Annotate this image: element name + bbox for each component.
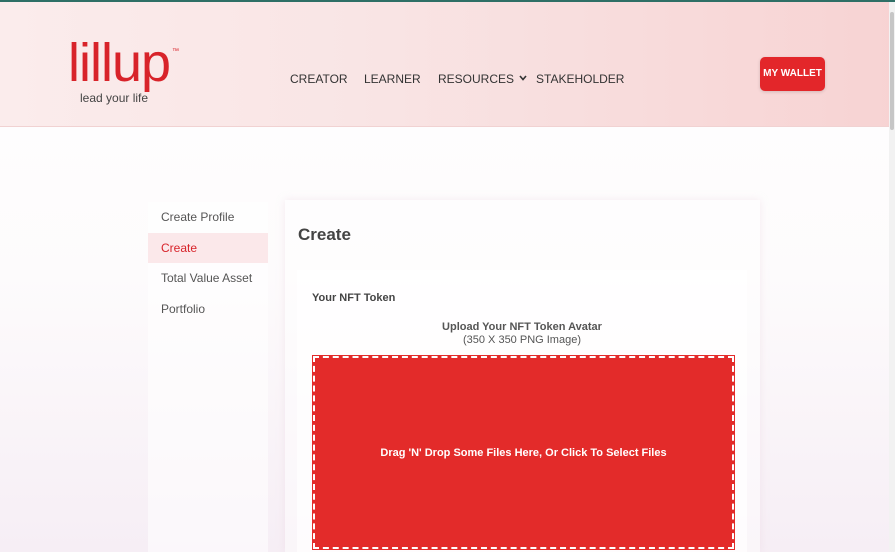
- chevron-down-icon: [519, 75, 527, 81]
- scrollbar-thumb[interactable]: [890, 12, 894, 130]
- main-content: Create Your NFT Token Upload Your NFT To…: [285, 200, 760, 552]
- lillup-logo[interactable]: lillup ™ lead your life: [68, 36, 188, 112]
- file-dropzone[interactable]: Drag 'N' Drop Some Files Here, Or Click …: [312, 355, 735, 550]
- dropzone-text: Drag 'N' Drop Some Files Here, Or Click …: [380, 446, 667, 459]
- sidebar: Create Profile Create Total Value Asset …: [148, 202, 268, 552]
- site-header: lillup ™ lead your life CREATOR LEARNER …: [0, 2, 895, 127]
- trademark-symbol: ™: [172, 48, 179, 55]
- upload-subtitle: (350 X 350 PNG Image): [462, 334, 581, 346]
- nav-creator[interactable]: CREATOR: [290, 72, 348, 86]
- logo-tagline: lead your life: [80, 91, 149, 105]
- nav-resources-label: RESOURCES: [438, 72, 515, 86]
- nav-learner[interactable]: LEARNER: [364, 72, 421, 86]
- nav-resources[interactable]: RESOURCES: [438, 72, 527, 86]
- sidebar-item-create[interactable]: Create: [148, 233, 268, 263]
- page-scrollbar[interactable]: [889, 2, 895, 552]
- logo-wordmark: lillup: [68, 33, 171, 93]
- nav-stakeholder[interactable]: STAKEHOLDER: [536, 72, 624, 86]
- page-title: Create: [298, 225, 351, 244]
- sidebar-item-total-value-asset[interactable]: Total Value Asset: [148, 263, 268, 293]
- upload-title: Upload Your NFT Token Avatar: [442, 321, 602, 333]
- sidebar-item-create-profile[interactable]: Create Profile: [148, 202, 268, 232]
- nft-token-card: Your NFT Token Upload Your NFT Token Ava…: [297, 270, 747, 552]
- sidebar-item-portfolio[interactable]: Portfolio: [148, 294, 268, 324]
- my-wallet-button[interactable]: MY WALLET: [760, 57, 825, 91]
- card-label: Your NFT Token: [312, 292, 396, 304]
